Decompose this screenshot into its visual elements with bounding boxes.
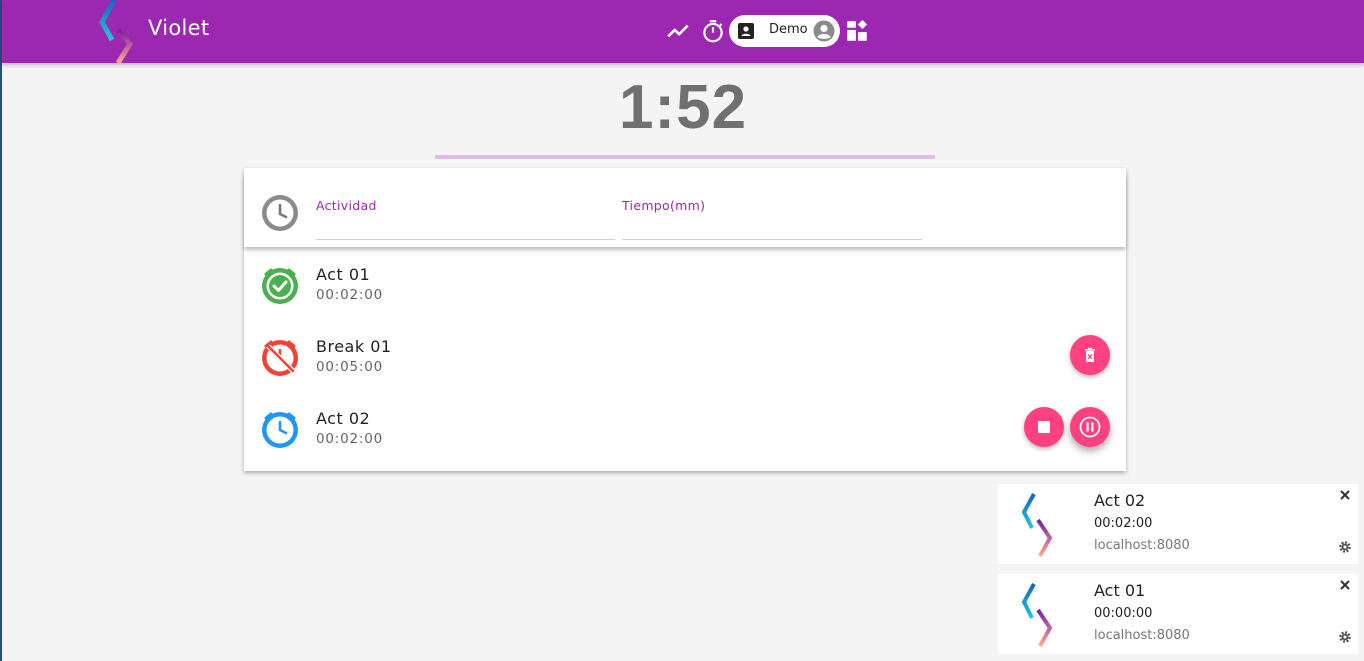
list-item: Act 01 00:02:00 [244, 249, 1126, 321]
notification-host: localhost:8080 [1094, 628, 1190, 643]
activity-time: 00:02:00 [316, 431, 384, 447]
clock-off-icon [262, 340, 298, 376]
stop-button[interactable] [1024, 407, 1064, 447]
activity-name: Break 01 [316, 337, 392, 356]
timer-progress-bar [435, 155, 935, 159]
violet-logo-icon[interactable] [96, 0, 136, 63]
close-icon[interactable] [1338, 578, 1352, 592]
app-title: Violet [148, 16, 210, 40]
activity-field-label: Actividad [316, 198, 377, 213]
notification-toast[interactable]: Act 01 00:00:00 localhost:8080 [998, 574, 1358, 654]
dashboard-icon[interactable] [844, 18, 870, 44]
gear-icon[interactable] [1338, 540, 1352, 554]
notification-toast[interactable]: Act 02 00:02:00 localhost:8080 [998, 484, 1358, 564]
time-field: Tiempo(mm) [622, 198, 922, 240]
check-clock-icon [262, 268, 298, 304]
user-chip[interactable]: Demo [729, 15, 840, 47]
list-item: Break 01 00:05:00 [244, 321, 1126, 393]
timer-icon[interactable] [700, 18, 726, 44]
delete-activity-button[interactable] [1070, 335, 1110, 375]
new-activity-form: Actividad Tiempo(mm) [244, 174, 1126, 247]
notification-title: Act 02 [1094, 491, 1146, 510]
contact-icon [738, 23, 754, 39]
violet-logo-icon [1021, 493, 1053, 557]
notification-body: 00:02:00 [1094, 516, 1153, 531]
delete-icon [1085, 347, 1095, 362]
violet-logo-icon [1021, 583, 1053, 647]
time-field-label: Tiempo(mm) [622, 198, 706, 213]
close-icon[interactable] [1338, 488, 1352, 502]
gear-icon[interactable] [1338, 630, 1352, 644]
countdown-timer: 1:52 [618, 73, 748, 142]
app-bar: Violet Demo [2, 0, 1364, 63]
pause-button[interactable] [1070, 407, 1110, 447]
clock-icon [262, 195, 298, 231]
list-item: Act 02 00:02:00 [244, 393, 1126, 465]
activity-input[interactable] [316, 219, 615, 237]
user-name: Demo [769, 22, 808, 37]
clock-icon [262, 412, 298, 448]
activity-field: Actividad [316, 198, 615, 240]
activity-name: Act 02 [316, 409, 371, 428]
notification-host: localhost:8080 [1094, 538, 1190, 553]
notification-body: 00:00:00 [1094, 606, 1153, 621]
activity-time: 00:05:00 [316, 359, 384, 375]
stop-icon [1038, 421, 1050, 433]
activity-name: Act 01 [316, 265, 371, 284]
account-circle-icon [813, 20, 835, 42]
chart-line-icon[interactable] [665, 18, 691, 44]
activity-time: 00:02:00 [316, 287, 384, 303]
time-input[interactable] [622, 219, 922, 237]
activity-card: Actividad Tiempo(mm) Act 01 00:02:00 Bre… [244, 168, 1126, 471]
notification-title: Act 01 [1094, 581, 1146, 600]
pause-circle-icon [1079, 416, 1101, 438]
